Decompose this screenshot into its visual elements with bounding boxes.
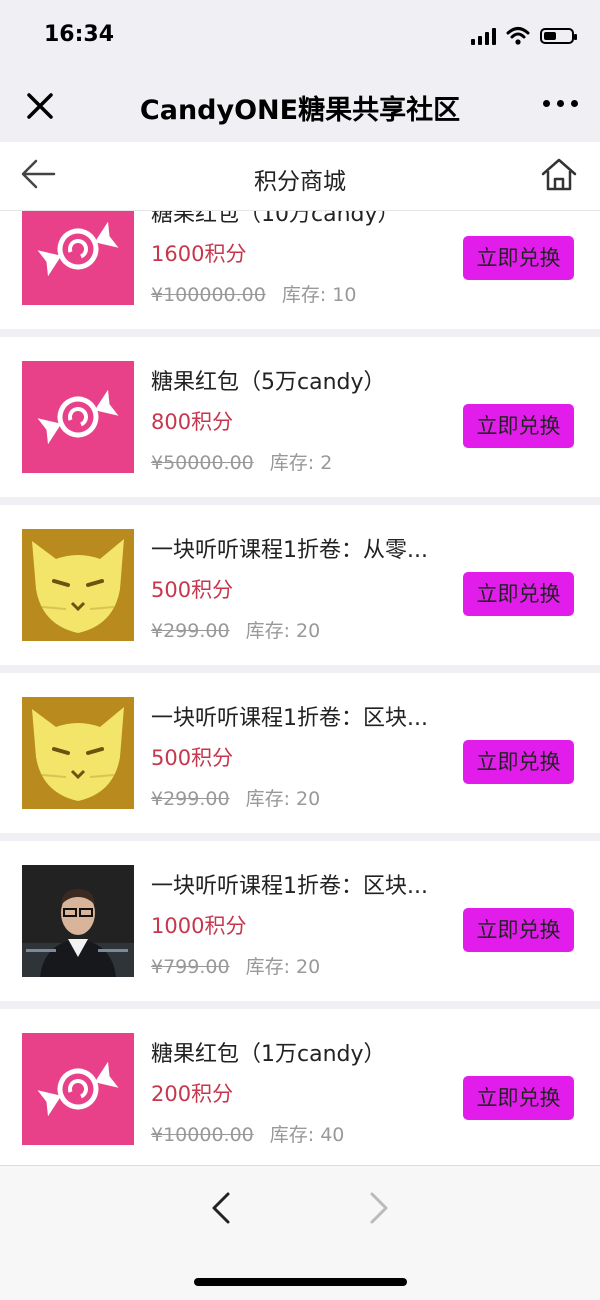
battery-level: [544, 32, 556, 40]
redeem-button[interactable]: 立即兑换: [463, 908, 574, 952]
candy-icon: [22, 1033, 134, 1145]
cat-logo: [22, 697, 134, 809]
product-thumbnail: [22, 211, 134, 305]
wechat-title: CandyONE糖果共享社区: [139, 95, 461, 126]
product-name: 糖果红包（10万candy）: [151, 211, 400, 227]
product-points: 200积分: [151, 1082, 234, 1106]
product-stock: 库存: 40: [269, 1124, 345, 1146]
product-stock: 库存: 20: [245, 788, 321, 810]
home-indicator[interactable]: [194, 1278, 407, 1286]
page-title: 积分商城: [254, 169, 346, 195]
redeem-button[interactable]: 立即兑换: [463, 236, 574, 280]
product-meta: ¥100000.00 库存: 10: [151, 280, 356, 307]
product-points: 1000积分: [151, 914, 247, 938]
product-points: 500积分: [151, 578, 234, 602]
product-stock: 库存: 20: [245, 956, 321, 978]
candy-icon: [22, 361, 134, 473]
product-item[interactable]: 糖果红包（5万candy） 800积分 ¥50000.00 库存: 2 立即兑换: [0, 337, 600, 497]
wechat-title-bar: CandyONE糖果共享社区: [0, 70, 600, 142]
product-item[interactable]: 糖果红包（1万candy） 200积分 ¥10000.00 库存: 40 立即兑换: [0, 1009, 600, 1165]
redeem-button[interactable]: 立即兑换: [463, 572, 574, 616]
browser-forward-icon[interactable]: [364, 1188, 394, 1228]
product-item[interactable]: 糖果红包（10万candy） 1600积分 ¥100000.00 库存: 10 立…: [0, 211, 600, 329]
product-original-price: ¥10000.00: [151, 1124, 254, 1146]
cat-logo: [22, 529, 134, 641]
signal-icon: [471, 27, 496, 45]
product-item[interactable]: 一块听听课程1折卷：区块... 500积分 ¥299.00 库存: 20 立即兑换: [0, 673, 600, 833]
product-meta: ¥50000.00 库存: 2: [151, 448, 332, 475]
product-list[interactable]: 糖果红包（10万candy） 1600积分 ¥100000.00 库存: 10 立…: [0, 211, 600, 1165]
product-name: 一块听听课程1折卷：区块...: [151, 874, 428, 899]
product-meta: ¥799.00 库存: 20: [151, 952, 320, 979]
product-original-price: ¥799.00: [151, 956, 230, 978]
status-bar: 16:34: [0, 0, 600, 70]
product-thumbnail: [22, 865, 134, 977]
battery-icon: [540, 28, 577, 44]
product-stock: 库存: 2: [269, 452, 333, 474]
product-points: 1600积分: [151, 242, 247, 266]
product-name: 一块听听课程1折卷：区块...: [151, 706, 428, 731]
page-header: 积分商城: [0, 142, 600, 211]
product-original-price: ¥100000.00: [151, 284, 266, 306]
product-thumbnail: [22, 697, 134, 809]
product-meta: ¥299.00 库存: 20: [151, 784, 320, 811]
product-thumbnail: [22, 529, 134, 641]
home-icon[interactable]: [540, 156, 578, 194]
product-original-price: ¥299.00: [151, 620, 230, 642]
redeem-button[interactable]: 立即兑换: [463, 404, 574, 448]
browser-back-icon[interactable]: [206, 1188, 236, 1228]
status-icons: [471, 24, 577, 48]
product-meta: ¥299.00 库存: 20: [151, 616, 320, 643]
product-thumbnail: [22, 361, 134, 473]
product-stock: 库存: 20: [245, 620, 321, 642]
redeem-button[interactable]: 立即兑换: [463, 740, 574, 784]
product-meta: ¥10000.00 库存: 40: [151, 1120, 344, 1147]
product-thumbnail: [22, 1033, 134, 1145]
status-time: 16:34: [44, 22, 115, 47]
product-points: 500积分: [151, 746, 234, 770]
product-original-price: ¥299.00: [151, 788, 230, 810]
product-name: 一块听听课程1折卷：从零...: [151, 538, 428, 563]
product-item[interactable]: 一块听听课程1折卷：区块... 1000积分 ¥799.00 库存: 20 立即兑…: [0, 841, 600, 1001]
product-name: 糖果红包（5万candy）: [151, 370, 386, 395]
product-original-price: ¥50000.00: [151, 452, 254, 474]
product-stock: 库存: 10: [281, 284, 357, 306]
product-item[interactable]: 一块听听课程1折卷：从零... 500积分 ¥299.00 库存: 20 立即兑换: [0, 505, 600, 665]
bottom-toolbar: [0, 1165, 600, 1300]
product-points: 800积分: [151, 410, 234, 434]
more-icon[interactable]: [543, 100, 578, 107]
redeem-button[interactable]: 立即兑换: [463, 1076, 574, 1120]
wifi-icon: [506, 27, 530, 45]
candy-icon: [22, 211, 134, 305]
speaker-photo: [22, 865, 134, 977]
product-name: 糖果红包（1万candy）: [151, 1042, 386, 1067]
